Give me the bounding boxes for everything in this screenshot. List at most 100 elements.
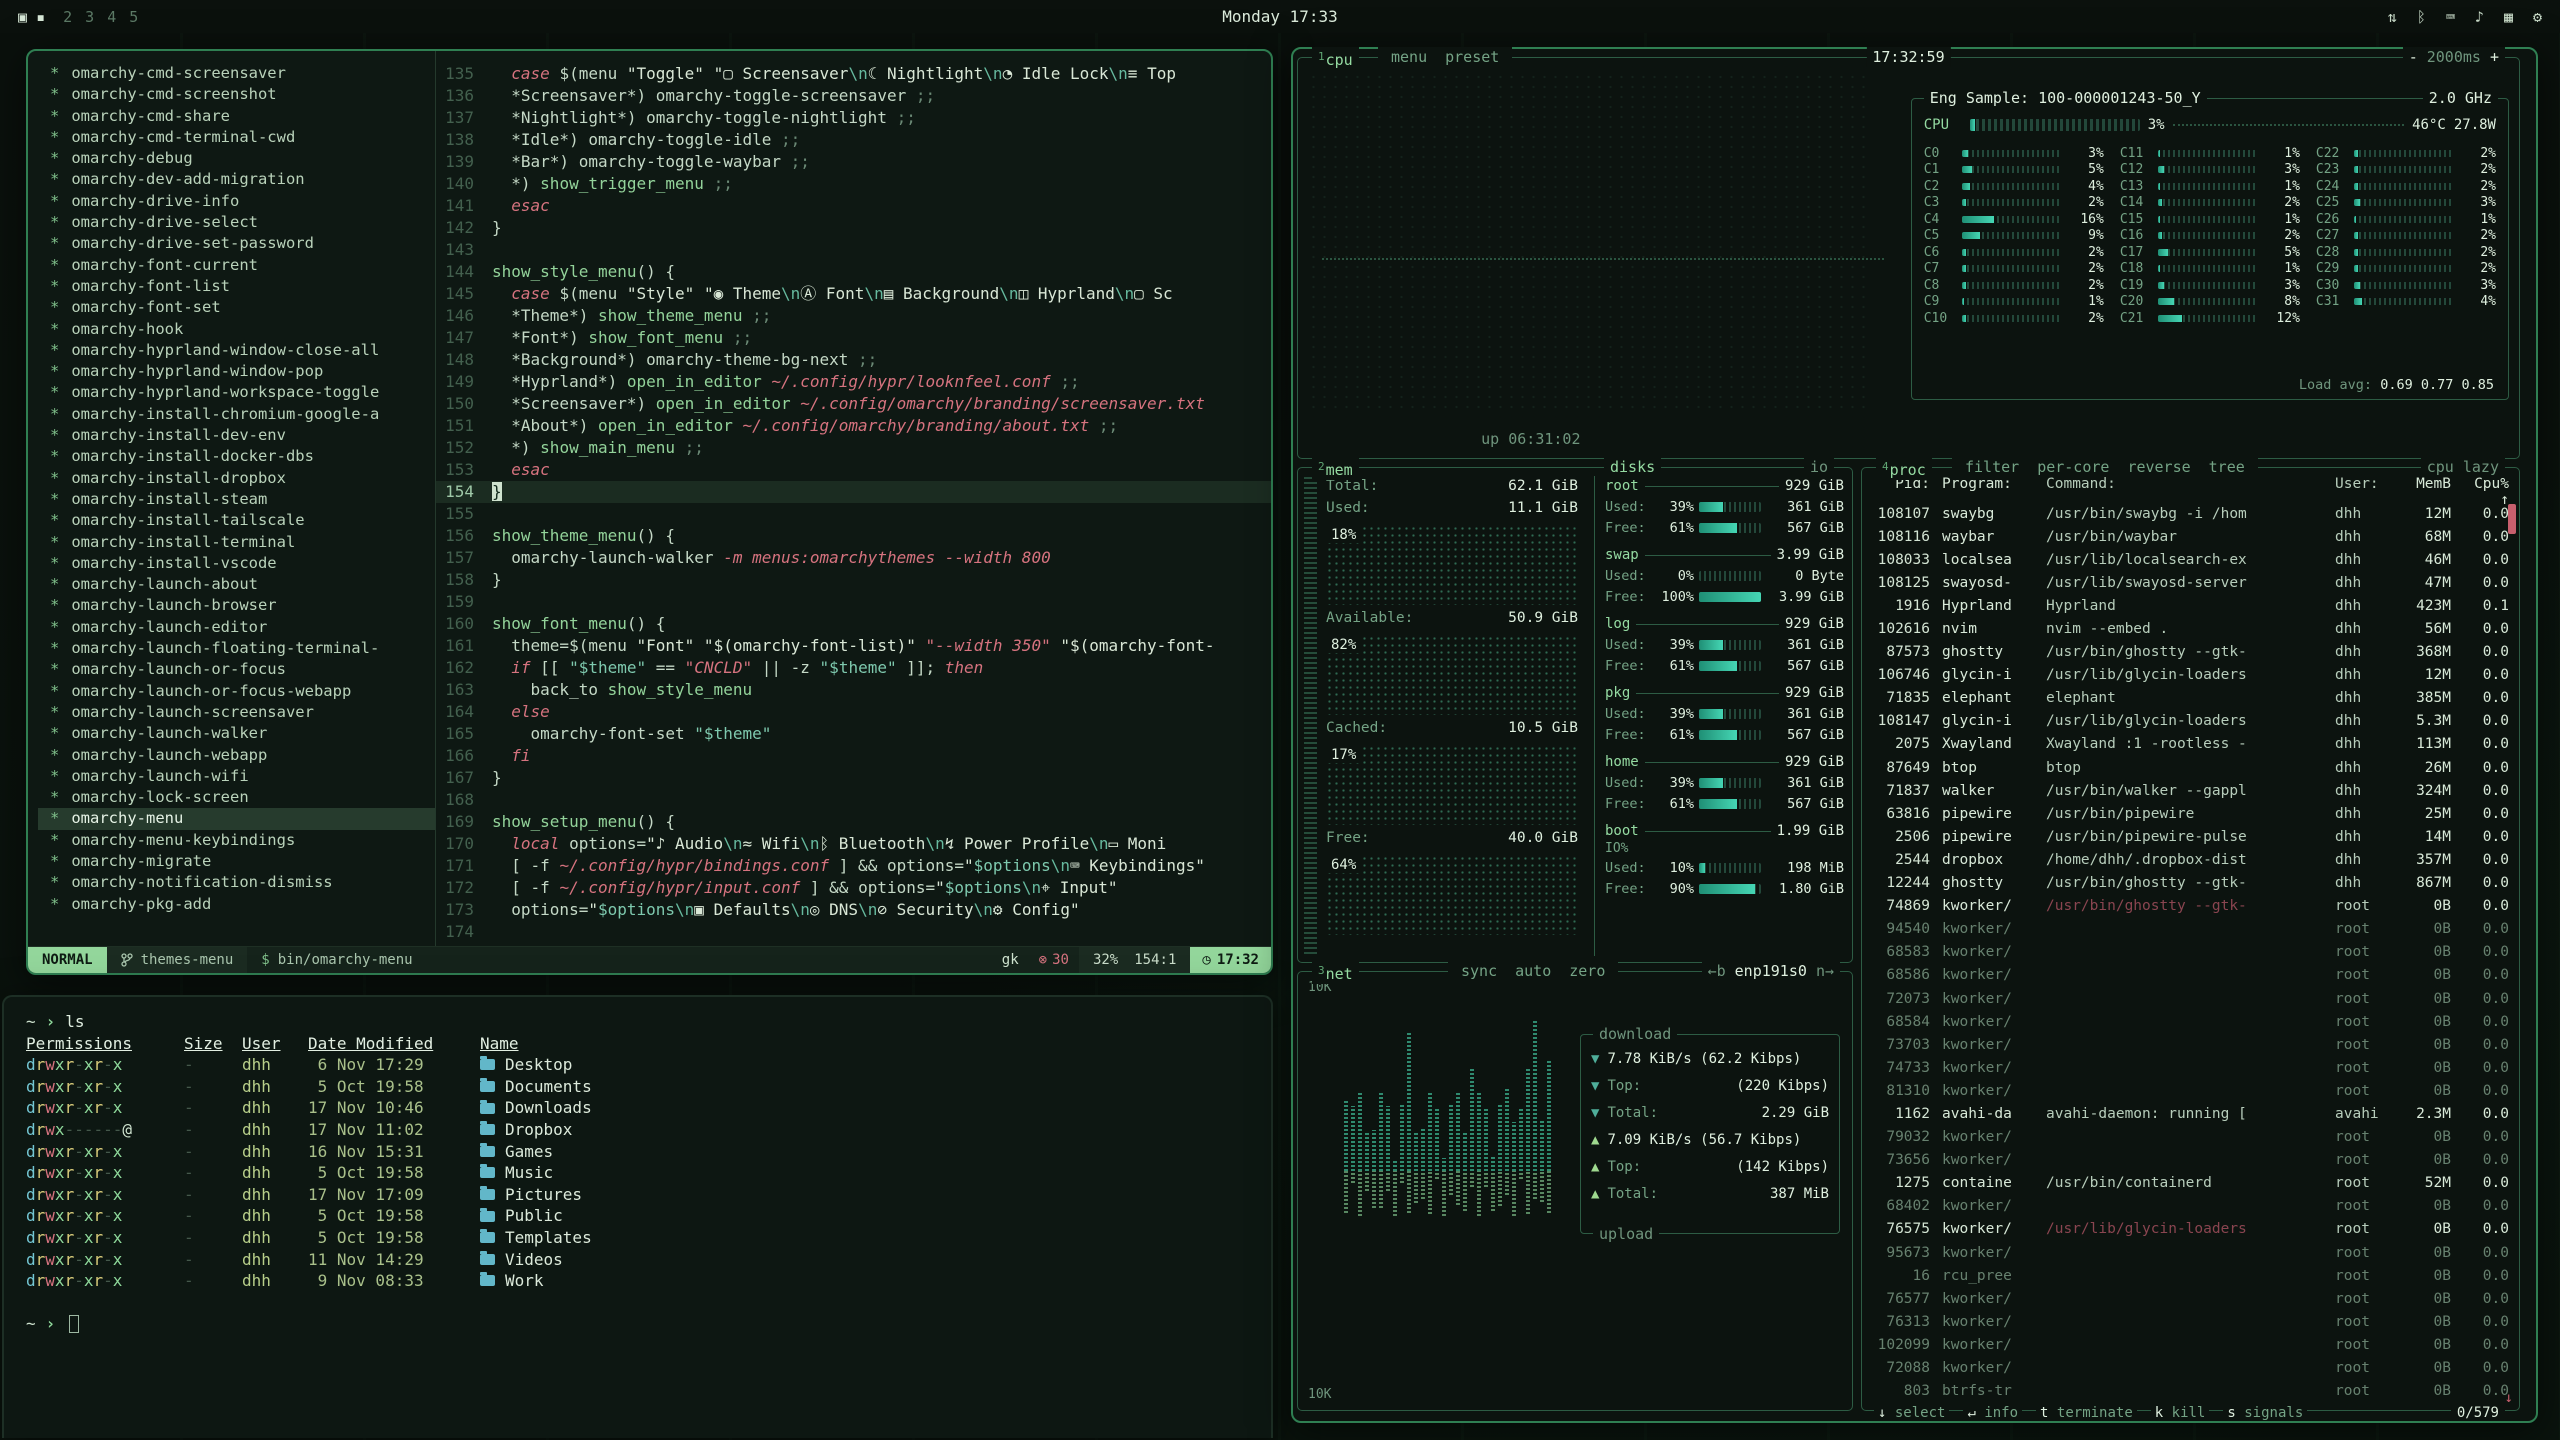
file-item[interactable]: *omarchy-install-dropbox xyxy=(38,468,435,489)
process-row[interactable]: 71837walker/usr/bin/walker --gappldhh324… xyxy=(1872,779,2509,802)
process-row[interactable]: 68583kworker/root0B0.0 xyxy=(1872,941,2509,964)
workspace-4[interactable]: 4 xyxy=(105,8,127,26)
cpu-button-preset[interactable]: preset xyxy=(1438,48,1506,66)
file-item[interactable]: *omarchy-font-current xyxy=(38,255,435,276)
file-item[interactable]: *omarchy-launch-or-focus xyxy=(38,659,435,680)
proc-option-filter[interactable]: filter xyxy=(1958,458,2026,476)
workspace-3[interactable]: 3 xyxy=(83,8,105,26)
process-row[interactable]: 74869kworker//usr/bin/ghostty --gtk-root… xyxy=(1872,895,2509,918)
proc-footer-key[interactable]: t terminate xyxy=(2036,1405,2137,1421)
file-item[interactable]: *omarchy-launch-about xyxy=(38,574,435,595)
keyboard-icon[interactable]: ⌨ xyxy=(2446,8,2455,26)
volume-icon[interactable]: ♪ xyxy=(2475,8,2484,26)
file-item[interactable]: *omarchy-font-list xyxy=(38,276,435,297)
file-item[interactable]: *omarchy-notification-dismiss xyxy=(38,872,435,893)
process-row[interactable]: 68584kworker/root0B0.0 xyxy=(1872,1010,2509,1033)
file-item[interactable]: *omarchy-install-steam xyxy=(38,489,435,510)
file-item[interactable]: *omarchy-drive-info xyxy=(38,191,435,212)
process-row[interactable]: 102616nvimnvim --embed .dhh56M0.0 xyxy=(1872,617,2509,640)
process-row[interactable]: 68402kworker/root0B0.0 xyxy=(1872,1195,2509,1218)
process-row[interactable]: 108147glycin-i/usr/lib/glycin-loadersdhh… xyxy=(1872,710,2509,733)
settings-gear-icon[interactable]: ⚙ xyxy=(2533,8,2542,26)
file-item[interactable]: *omarchy-migrate xyxy=(38,851,435,872)
file-item[interactable]: *omarchy-launch-wifi xyxy=(38,766,435,787)
workspace-5[interactable]: 5 xyxy=(127,8,140,26)
file-item[interactable]: *omarchy-launch-editor xyxy=(38,617,435,638)
net-interface-switcher[interactable]: ←b enp191s0 n→ xyxy=(1702,961,1840,981)
process-row[interactable]: 72073kworker/root0B0.0 xyxy=(1872,987,2509,1010)
process-row[interactable]: 94540kworker/root0B0.0 xyxy=(1872,918,2509,941)
process-row[interactable]: 803btrfs-trroot0B0.0 xyxy=(1872,1380,2509,1402)
scroll-down-icon[interactable]: ↓ xyxy=(2505,1390,2513,1406)
file-item[interactable]: *omarchy-cmd-screenshot xyxy=(38,84,435,105)
file-item[interactable]: *omarchy-install-tailscale xyxy=(38,510,435,531)
net-button-sync[interactable]: sync xyxy=(1454,962,1504,980)
file-item[interactable]: *omarchy-install-vscode xyxy=(38,553,435,574)
proc-footer-key[interactable]: k kill xyxy=(2151,1405,2210,1421)
process-row[interactable]: 87649btopbtopdhh26M0.0 xyxy=(1872,756,2509,779)
process-row[interactable]: 2075XwaylandXwayland :1 -rootless -dhh11… xyxy=(1872,733,2509,756)
workspace-app-icon[interactable]: ▪ xyxy=(36,8,45,26)
disks-io-toggle[interactable]: io xyxy=(1804,457,1834,477)
process-row[interactable]: 1162avahi-daavahi-daemon: running [avahi… xyxy=(1872,1102,2509,1125)
process-list[interactable]: 108107swaybg/usr/bin/swaybg -i /homdhh12… xyxy=(1872,502,2509,1402)
file-item[interactable]: *omarchy-install-dev-env xyxy=(38,425,435,446)
file-item[interactable]: *omarchy-menu-keybindings xyxy=(38,830,435,851)
process-row[interactable]: 108116waybar/usr/bin/waybardhh68M0.0 xyxy=(1872,525,2509,548)
workspace-terminal-icon[interactable]: ▣ xyxy=(18,8,36,26)
file-item[interactable]: *omarchy-debug xyxy=(38,148,435,169)
proc-sort-mode[interactable]: cpu lazy xyxy=(2421,457,2505,477)
proc-footer-key[interactable]: ↵ info xyxy=(1963,1405,2022,1421)
process-row[interactable]: 95673kworker/root0B0.0 xyxy=(1872,1241,2509,1264)
file-item[interactable]: *omarchy-launch-screensaver xyxy=(38,702,435,723)
proc-scrollbar-thumb[interactable] xyxy=(2508,504,2516,534)
process-row[interactable]: 63816pipewire/usr/bin/pipewiredhh25M0.0 xyxy=(1872,802,2509,825)
file-item[interactable]: *omarchy-install-terminal xyxy=(38,532,435,553)
interval-minus-button[interactable]: - xyxy=(2409,48,2418,66)
proc-option-reverse[interactable]: reverse xyxy=(2120,458,2197,476)
proc-footer-key[interactable]: ↓ select xyxy=(1874,1405,1949,1421)
file-item[interactable]: *omarchy-hyprland-window-pop xyxy=(38,361,435,382)
process-row[interactable]: 12244ghostty/usr/bin/ghostty --gtk-dhh86… xyxy=(1872,872,2509,895)
file-item[interactable]: *omarchy-launch-walker xyxy=(38,723,435,744)
process-row[interactable]: 108107swaybg/usr/bin/swaybg -i /homdhh12… xyxy=(1872,502,2509,525)
file-item[interactable]: *omarchy-hyprland-workspace-toggle xyxy=(38,382,435,403)
file-item[interactable]: *omarchy-menu xyxy=(38,808,435,829)
proc-option-per-core[interactable]: per-core xyxy=(2030,458,2116,476)
file-item[interactable]: *omarchy-install-chromium-google-a xyxy=(38,404,435,425)
prompt-line[interactable]: ~ › xyxy=(26,1313,1249,1335)
process-row[interactable]: 1916HyprlandHyprlanddhh423M0.1 xyxy=(1872,594,2509,617)
process-row[interactable]: 76313kworker/root0B0.0 xyxy=(1872,1310,2509,1333)
process-row[interactable]: 76577kworker/root0B0.0 xyxy=(1872,1287,2509,1310)
interval-plus-button[interactable]: + xyxy=(2490,48,2499,66)
process-row[interactable]: 73656kworker/root0B0.0 xyxy=(1872,1149,2509,1172)
bluetooth-icon[interactable]: ᛒ xyxy=(2417,8,2426,26)
file-item[interactable]: *omarchy-drive-select xyxy=(38,212,435,233)
process-row[interactable]: 68586kworker/root0B0.0 xyxy=(1872,964,2509,987)
file-item[interactable]: *omarchy-lock-screen xyxy=(38,787,435,808)
process-row[interactable]: 79032kworker/root0B0.0 xyxy=(1872,1126,2509,1149)
file-item[interactable]: *omarchy-cmd-screensaver xyxy=(38,63,435,84)
file-item[interactable]: *omarchy-install-docker-dbs xyxy=(38,446,435,467)
net-button-auto[interactable]: auto xyxy=(1508,962,1558,980)
proc-option-tree[interactable]: tree xyxy=(2202,458,2252,476)
process-row[interactable]: 76575kworker//usr/lib/glycin-loadersroot… xyxy=(1872,1218,2509,1241)
file-item[interactable]: *omarchy-launch-floating-terminal- xyxy=(38,638,435,659)
process-row[interactable]: 102099kworker/root0B0.0 xyxy=(1872,1333,2509,1356)
process-row[interactable]: 108125swayosd-/usr/lib/swayosd-serverdhh… xyxy=(1872,571,2509,594)
file-item[interactable]: *omarchy-hyprland-window-close-all xyxy=(38,340,435,361)
net-button-zero[interactable]: zero xyxy=(1562,962,1612,980)
updates-icon[interactable]: ▦ xyxy=(2504,8,2513,26)
file-item[interactable]: *omarchy-dev-add-migration xyxy=(38,169,435,190)
code-editor[interactable]: 135 case $(menu "Toggle" "▢ Screensaver\… xyxy=(436,51,1271,946)
file-item[interactable]: *omarchy-cmd-share xyxy=(38,106,435,127)
process-row[interactable]: 108033localsea/usr/lib/localsearch-exdhh… xyxy=(1872,548,2509,571)
workspace-2[interactable]: 2 xyxy=(61,8,83,26)
file-item[interactable]: *omarchy-hook xyxy=(38,319,435,340)
file-item[interactable]: *omarchy-launch-browser xyxy=(38,595,435,616)
terminal-window[interactable]: ~ › ls PermissionsSizeUserDate ModifiedN… xyxy=(2,995,1273,1438)
process-row[interactable]: 1275containe/usr/bin/containerdroot52M0.… xyxy=(1872,1172,2509,1195)
process-row[interactable]: 106746glycin-i/usr/lib/glycin-loadersdhh… xyxy=(1872,664,2509,687)
file-item[interactable]: *omarchy-font-set xyxy=(38,297,435,318)
process-row[interactable]: 74733kworker/root0B0.0 xyxy=(1872,1056,2509,1079)
